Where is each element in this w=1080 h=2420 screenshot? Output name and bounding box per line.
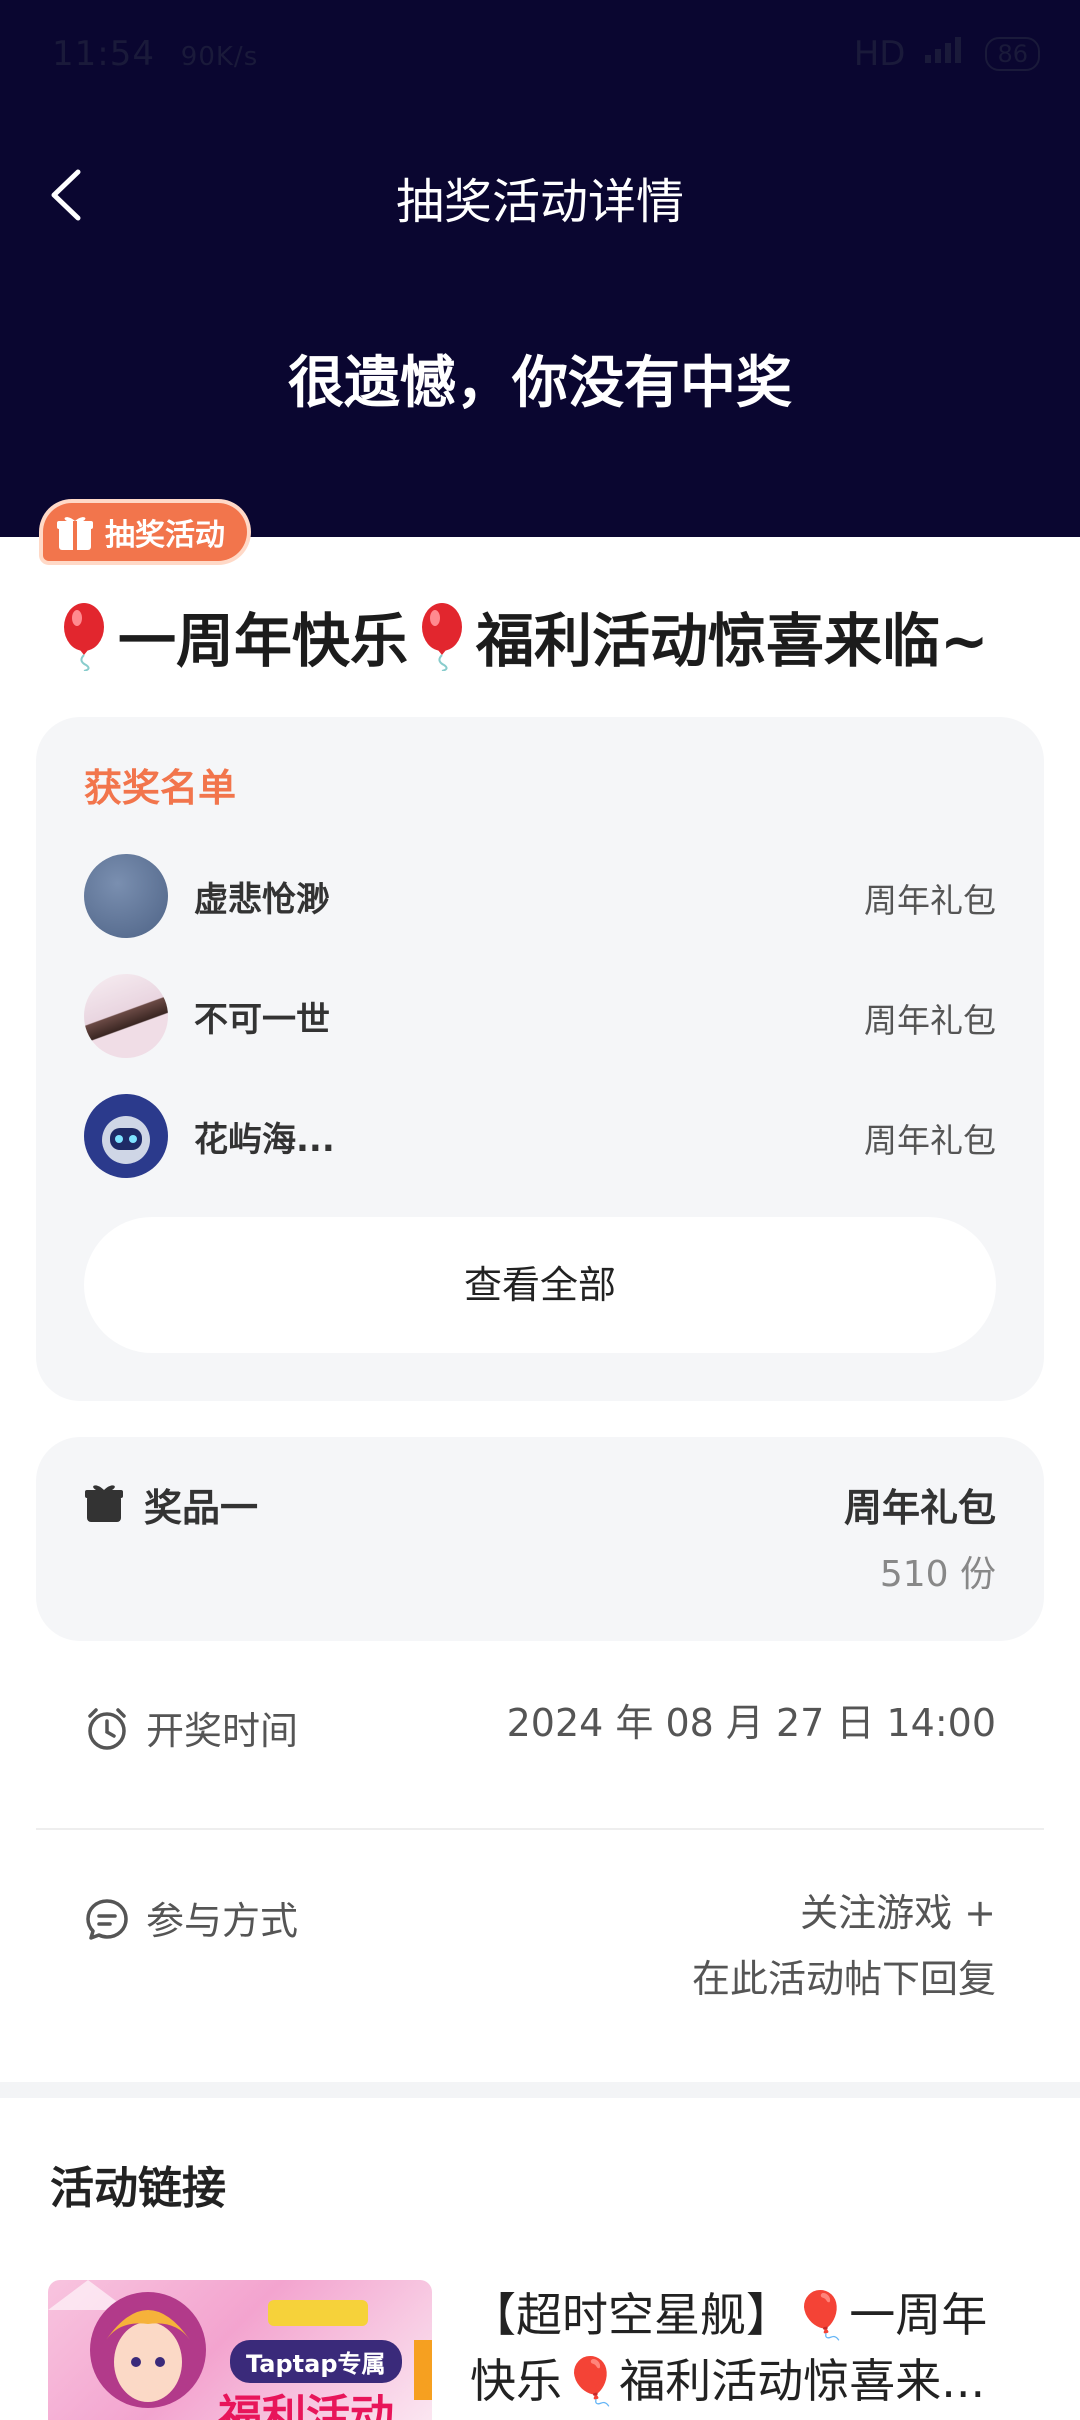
section-divider: [0, 2082, 1080, 2098]
post-title: 一周年快乐 福利活动惊喜来临~: [50, 594, 1050, 678]
battery-icon: 86: [985, 37, 1040, 71]
thumbnail-text: 福利活动: [218, 2391, 394, 2420]
status-time-group: 11:54 90K/s: [52, 34, 258, 74]
participation-label: 参与方式: [146, 1899, 299, 1943]
status-network-speed: 90K/s: [180, 42, 259, 72]
status-time: 11:54: [52, 34, 155, 74]
balloon-icon: [422, 603, 463, 671]
signal-icon: [923, 34, 967, 74]
prize-card: 奖品一 周年礼包 510 份: [36, 1437, 1044, 1641]
winner-name: 虚悲怆渺: [194, 880, 330, 920]
participation-line2: 在此活动帖下回复: [691, 1957, 996, 2001]
lottery-badge: 抽奖活动: [43, 503, 247, 561]
draw-time-row: 开奖时间 2024 年 08 月 27 日 14:00: [84, 1700, 996, 1766]
status-bar: 11:54 90K/s HD 86: [0, 0, 1080, 110]
draw-time-label: 开奖时间: [146, 1709, 299, 1753]
gift-icon: [57, 517, 93, 550]
page-title: 抽奖活动详情: [395, 174, 684, 230]
prize-name: 周年礼包: [843, 1486, 996, 1530]
winner-prize: 周年礼包: [864, 881, 996, 920]
participation-row: 参与方式 关注游戏 + 在此活动帖下回复: [84, 1890, 996, 2030]
view-all-button[interactable]: 查看全部: [84, 1217, 996, 1353]
winner-prize: 周年礼包: [864, 1121, 996, 1160]
badge-label: 抽奖活动: [105, 518, 225, 553]
winner-prize: 周年礼包: [864, 1001, 996, 1040]
winners-card: 获奖名单 虚悲怆渺 周年礼包 不可一世 周年礼包 花屿海... 周年礼包 查看全…: [36, 717, 1044, 1401]
participation-value: 关注游戏 + 在此活动帖下回复: [692, 1880, 996, 2012]
alarm-clock-icon: [88, 1708, 126, 1750]
result-title: 很遗憾，你没有中奖: [288, 351, 792, 416]
activity-link-thumbnail[interactable]: Taptap专属 福利活动: [48, 2280, 432, 2420]
gift-icon: [85, 1485, 123, 1522]
winner-name: 不可一世: [194, 1000, 330, 1040]
avatar: [84, 854, 168, 938]
winner-row[interactable]: 虚悲怆渺 周年礼包: [84, 854, 996, 940]
prize-label: 奖品一: [144, 1486, 259, 1530]
activity-link-title[interactable]: 【超时空星舰】🎈一周年快乐🎈福利活动惊喜来...: [470, 2282, 1030, 2414]
post-title-part1: 一周年快乐: [118, 607, 409, 675]
post-title-part2: 福利活动惊喜来临~: [476, 607, 989, 675]
winner-name: 花屿海...: [194, 1120, 335, 1160]
winner-row[interactable]: 花屿海... 周年礼包: [84, 1094, 996, 1180]
avatar: [84, 974, 168, 1058]
winner-row[interactable]: 不可一世 周年礼包: [84, 974, 996, 1060]
participation-line1: 关注游戏 +: [800, 1891, 996, 1935]
draw-time-value: 2024 年 08 月 27 日 14:00: [506, 1701, 996, 1745]
links-heading: 活动链接: [50, 2163, 226, 2214]
chat-bubble-icon: [86, 1899, 128, 1940]
prize-count: 510 份: [879, 1554, 996, 1595]
balloon-icon: [64, 603, 104, 671]
status-network-type: HD: [853, 34, 906, 74]
divider: [36, 1828, 1044, 1830]
thumbnail-tag: Taptap专属: [230, 2340, 402, 2383]
battery-level: 86: [997, 40, 1028, 68]
avatar: [84, 1094, 168, 1178]
winners-heading: 获奖名单: [84, 766, 237, 810]
status-icons: HD 86: [854, 34, 1040, 74]
